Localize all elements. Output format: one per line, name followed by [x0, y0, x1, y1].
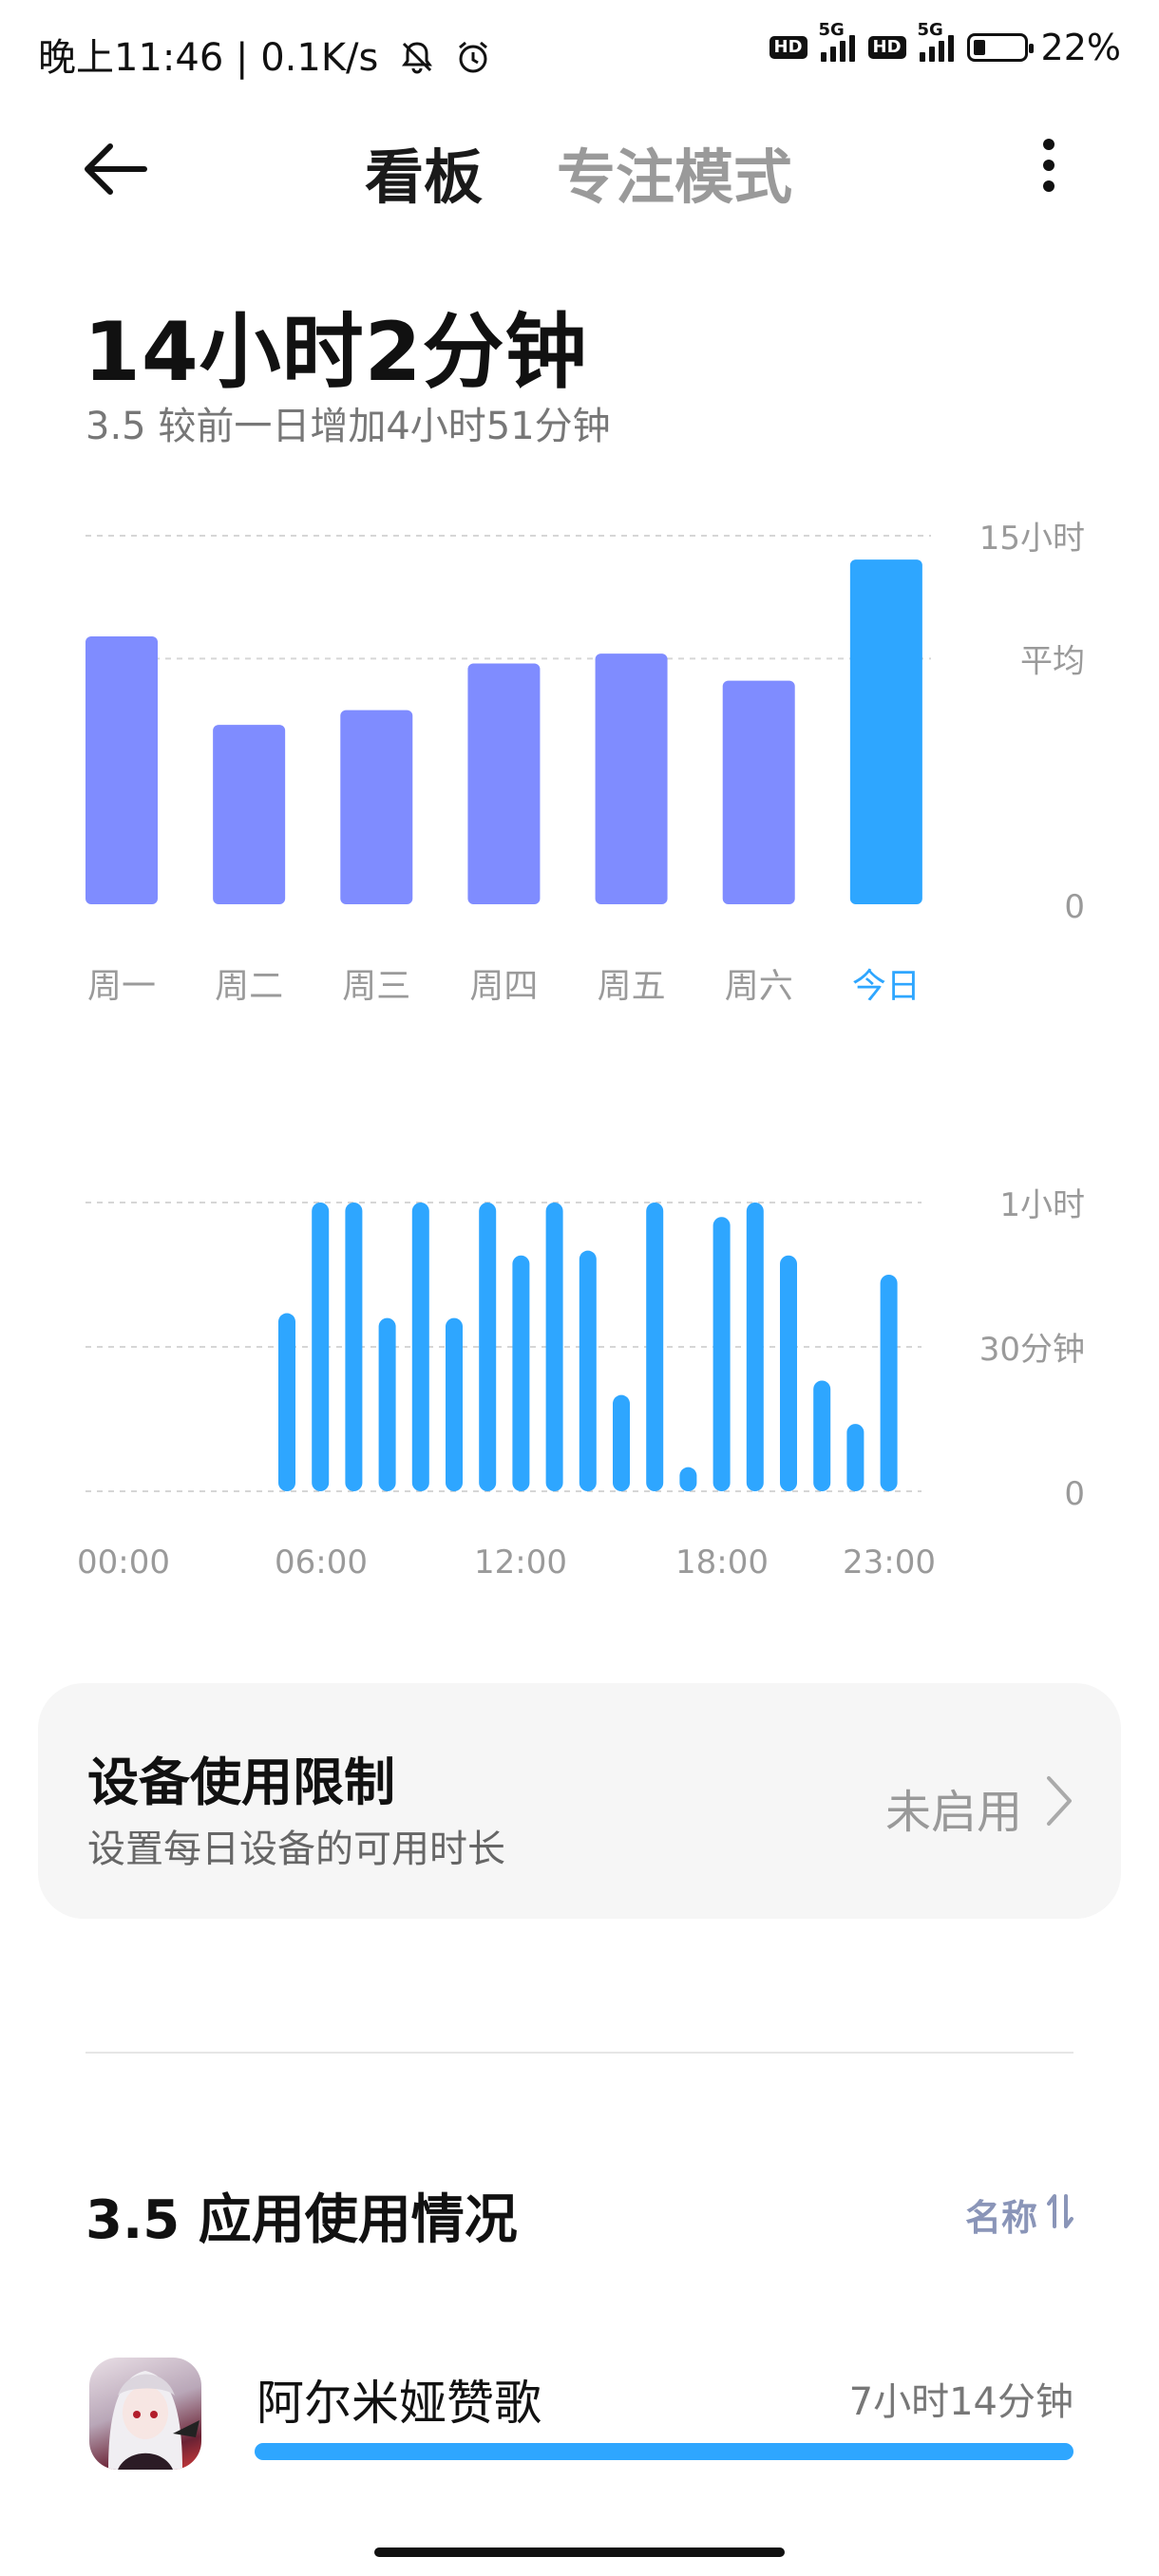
battery-percent: 22%	[1040, 27, 1121, 68]
hour-bar	[646, 1203, 664, 1491]
limit-status: 未启用	[884, 1786, 1022, 1839]
status-divider: |	[236, 36, 261, 80]
signal-icon: 5G	[819, 20, 855, 62]
hour-bar	[545, 1203, 563, 1491]
hour-bar	[780, 1255, 797, 1491]
comparison-text: 3.5 较前一日增加4小时51分钟	[86, 405, 611, 448]
hour-bar	[312, 1203, 330, 1491]
status-speed: 0.1K/s	[260, 36, 379, 80]
y-tick-label: 15小时	[979, 520, 1085, 558]
y-tick-label: 30分钟	[979, 1331, 1085, 1369]
x-tick-label: 周五	[598, 967, 666, 1006]
hd-badge: HD	[867, 36, 906, 59]
total-screen-time: 14小时2分钟	[84, 305, 588, 400]
chevron-right-icon	[1047, 1776, 1072, 1826]
hour-bar	[613, 1394, 630, 1491]
weekday-bar	[849, 559, 922, 904]
x-tick-label: 18:00	[675, 1544, 769, 1582]
alarm-icon	[458, 41, 487, 73]
hour-bar	[813, 1380, 831, 1491]
hour-bar	[345, 1203, 363, 1491]
app-usage-title: 3.5 应用使用情况	[86, 2189, 518, 2251]
more-vert-icon[interactable]	[1041, 139, 1056, 198]
limit-title: 设备使用限制	[87, 1752, 395, 1812]
tab-focus-mode[interactable]: 专注模式	[557, 129, 792, 215]
status-time: 晚上11:46	[38, 36, 224, 80]
weekday-bar	[595, 653, 668, 904]
y-tick-label: 0	[1064, 888, 1085, 926]
hour-bar	[378, 1317, 396, 1491]
app-icon[interactable]	[89, 2358, 201, 2470]
x-tick-label: 23:00	[843, 1544, 936, 1582]
x-tick-label: 00:00	[77, 1544, 170, 1582]
x-tick-label: 今日	[852, 967, 921, 1006]
x-tick-label: 周一	[87, 967, 156, 1006]
weekday-bar	[340, 710, 413, 904]
network-type-label: 5G	[818, 20, 845, 40]
hour-bar	[411, 1203, 429, 1491]
y-tick-label: 1小时	[999, 1186, 1085, 1224]
weekday-bar	[467, 663, 541, 904]
device-usage-limit-card[interactable]: 设备使用限制 设置每日设备的可用时长 未启用	[38, 1683, 1121, 1919]
app-name[interactable]: 阿尔米娅赞歌	[256, 2365, 542, 2434]
y-tick-label: 0	[1064, 1475, 1085, 1513]
tab-dashboard[interactable]: 看板	[365, 129, 483, 215]
hour-bar	[278, 1313, 295, 1491]
hour-bar	[846, 1424, 864, 1491]
signal-icon: 5G	[918, 20, 954, 62]
back-arrow-icon[interactable]	[82, 141, 148, 198]
hour-bar	[446, 1317, 463, 1491]
x-tick-label: 周四	[469, 967, 538, 1006]
network-type-label: 5G	[917, 20, 943, 40]
app-usage-bar	[255, 2443, 1074, 2460]
weekly-usage-chart[interactable]: 15小时平均 0 周一 周二 周三 周四 周五 周六 今日	[0, 513, 1159, 1026]
hour-bar	[579, 1250, 597, 1491]
mute-bell-icon	[402, 42, 433, 74]
weekday-bar	[213, 725, 286, 904]
weekday-bar	[722, 680, 795, 904]
hd-badge: HD	[769, 36, 808, 59]
sort-by-name-button[interactable]: 名称	[965, 2188, 1037, 2241]
status-bar-left: 晚上11:46 | 0.1K/s	[38, 27, 492, 82]
app-usage-time: 7小时14分钟	[848, 2380, 1074, 2424]
divider	[86, 2052, 1074, 2054]
limit-subtitle: 设置每日设备的可用时长	[87, 1828, 505, 1871]
hourly-usage-chart[interactable]: 1小时 30分钟 0 00:00 06:00 12:00 18:00 23:00	[0, 1159, 1159, 1605]
hour-bar	[479, 1203, 497, 1491]
y-tick-label: 平均	[1020, 642, 1085, 680]
sort-arrows-icon[interactable]	[1047, 2192, 1074, 2230]
home-indicator[interactable]	[374, 2548, 785, 2557]
x-tick-label: 周二	[215, 967, 283, 1006]
status-bar-right: HD 5G HD 5G 22%	[769, 20, 1121, 68]
x-tick-label: 06:00	[275, 1544, 368, 1582]
hour-bar	[880, 1275, 898, 1491]
battery-icon	[966, 33, 1034, 62]
x-tick-label: 周三	[342, 967, 410, 1006]
hour-bar	[712, 1217, 731, 1491]
hour-bar	[512, 1255, 530, 1491]
hour-bar	[746, 1203, 764, 1491]
weekday-bar	[86, 636, 158, 904]
hour-bar	[679, 1467, 697, 1491]
x-tick-label: 12:00	[474, 1544, 567, 1582]
x-tick-label: 周六	[725, 967, 793, 1006]
